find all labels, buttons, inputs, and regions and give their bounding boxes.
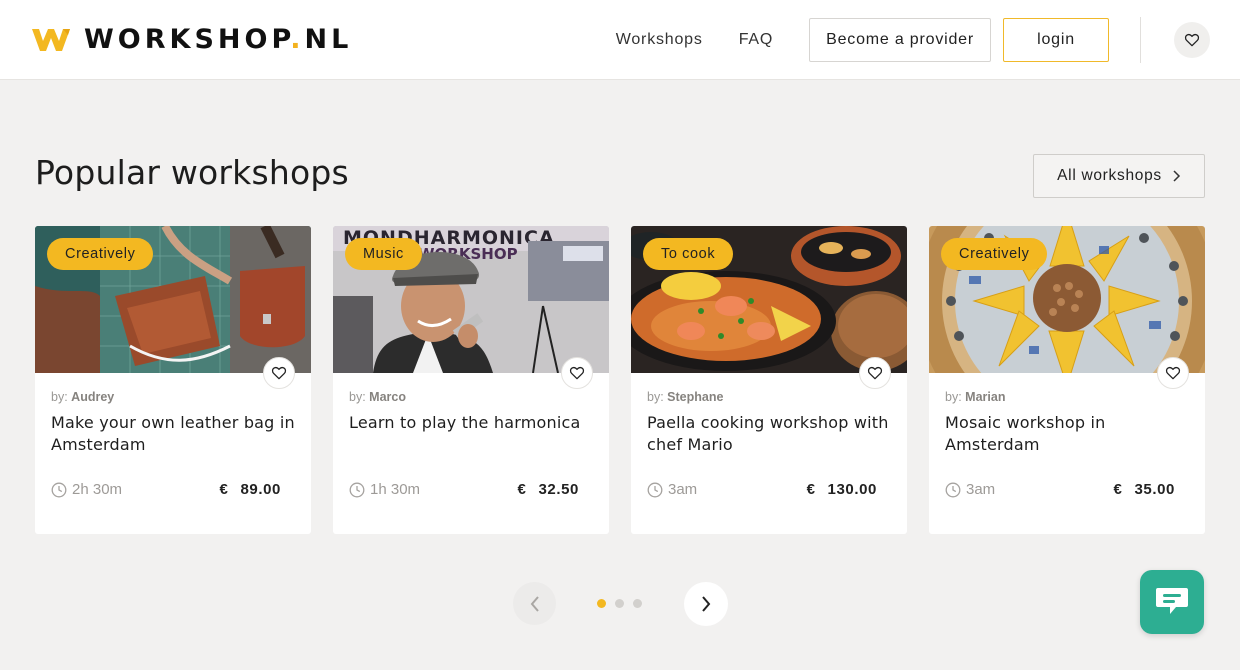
workshop-duration: 2h 30m [51,481,122,498]
chat-button[interactable] [1140,570,1204,634]
category-badge: To cook [643,238,734,270]
provider-name[interactable]: Marco [369,390,406,404]
provider-name[interactable]: Stephane [667,390,723,404]
workshop-price: €89.00 [219,481,281,498]
workshop-title[interactable]: Mosaic workshop in Amsterdam [945,412,1195,456]
workshop-title[interactable]: Make your own leather bag in Amsterdam [51,412,301,456]
section-title: Popular workshops [35,153,349,192]
workshop-card[interactable]: MONDHARMONICA WORKSHOP Music by: Marco L… [333,226,609,534]
workshop-title[interactable]: Learn to play the harmonica [349,412,599,434]
workshop-card[interactable]: Creatively by: Audrey Make your own leat… [35,226,311,534]
logo-text: WORKSHOP [84,24,291,55]
heart-icon [867,367,883,380]
carousel-dot[interactable] [615,599,624,608]
provider-name[interactable]: Marian [965,390,1005,404]
favorite-button[interactable] [561,357,593,389]
workshop-duration: 1h 30m [349,481,420,498]
main-nav: Workshops FAQ Become a provider login [616,18,1109,62]
clock-icon [647,482,663,497]
workshop-price: €130.00 [806,481,877,498]
chevron-right-icon [1173,170,1180,182]
chevron-right-icon [702,596,711,612]
all-workshops-button[interactable]: All workshops [1033,154,1205,198]
favorite-button[interactable] [859,357,891,389]
site-header: WORKSHOP.NL Workshops FAQ Become a provi… [0,0,1240,80]
clock-icon [349,482,365,497]
provider-line: by: Audrey [51,390,115,404]
workshop-price: €32.50 [517,481,579,498]
carousel-dot[interactable] [633,599,642,608]
carousel-dot[interactable] [597,599,606,608]
favorite-button[interactable] [1157,357,1189,389]
become-provider-button[interactable]: Become a provider [809,18,991,62]
carousel-next-button[interactable] [684,582,728,626]
provider-line: by: Marian [945,390,1006,404]
nav-faq[interactable]: FAQ [739,31,773,49]
provider-name[interactable]: Audrey [71,390,114,404]
favorite-button[interactable] [263,357,295,389]
chat-icon [1156,588,1188,614]
workshop-duration: 3am [945,481,995,498]
clock-icon [945,482,961,497]
workshop-price: €35.00 [1113,481,1175,498]
workshop-title[interactable]: Paella cooking workshop with chef Mario [647,412,897,456]
provider-line: by: Marco [349,390,406,404]
logo[interactable]: WORKSHOP.NL [30,24,352,55]
heart-icon [271,367,287,380]
heart-icon [1184,34,1200,47]
heart-icon [1165,367,1181,380]
logo-dot: . [290,24,305,55]
carousel-dots [597,599,651,608]
heart-icon [569,367,585,380]
login-button[interactable]: login [1003,18,1109,62]
workshop-card[interactable]: Creatively by: Marian Mosaic workshop in… [929,226,1205,534]
nav-workshops[interactable]: Workshops [616,31,703,49]
category-badge: Creatively [47,238,154,270]
header-divider [1140,17,1141,63]
carousel-prev-button[interactable] [513,582,556,625]
clock-icon [51,482,67,497]
category-badge: Creatively [941,238,1048,270]
logo-suffix: NL [304,24,353,55]
favorites-button[interactable] [1174,22,1210,58]
chevron-left-icon [530,595,539,612]
logo-icon [32,28,70,51]
all-workshops-label: All workshops [1057,167,1162,184]
category-badge: Music [345,238,422,270]
workshop-duration: 3am [647,481,697,498]
provider-line: by: Stephane [647,390,724,404]
workshop-card[interactable]: To cook by: Stephane Paella cooking work… [631,226,907,534]
